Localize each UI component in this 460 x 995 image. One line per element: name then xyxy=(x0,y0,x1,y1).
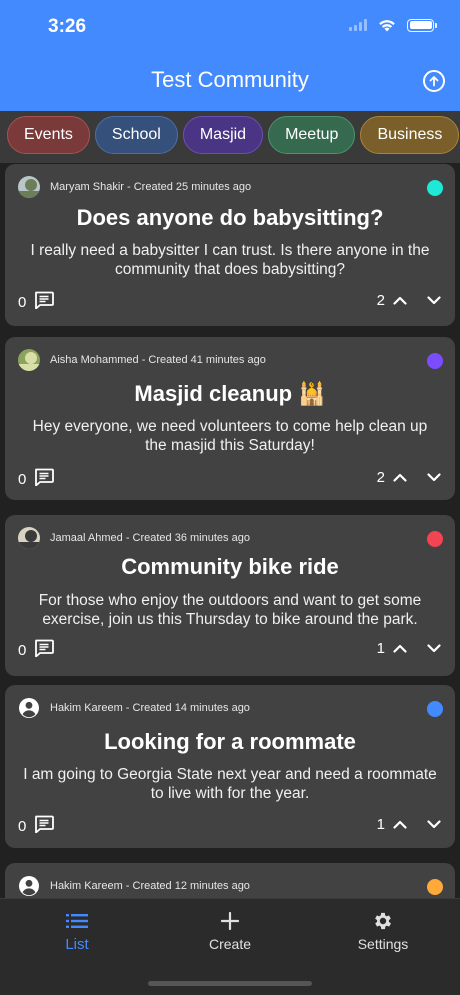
post-title: Does anyone do babysitting? xyxy=(76,205,384,230)
upvote-icon[interactable] xyxy=(393,469,407,486)
battery-icon xyxy=(407,18,437,32)
category-dot xyxy=(427,701,443,717)
category-chip-school[interactable]: School xyxy=(94,116,178,154)
comments-button[interactable]: 0 xyxy=(18,639,55,661)
comment-count: 0 xyxy=(18,470,27,488)
upload-button[interactable] xyxy=(423,70,445,92)
avatar xyxy=(18,875,40,897)
tab-label-settings: Settings xyxy=(357,936,409,952)
vote-controls: 1 xyxy=(377,816,441,833)
avatar xyxy=(18,176,40,198)
category-dot xyxy=(427,879,443,895)
post-author-line: Maryam Shakir - Created 25 minutes ago xyxy=(50,181,252,193)
post-body: Hey everyone, we need volunteers to come… xyxy=(32,418,428,454)
post-author-line: Hakim Kareem - Created 12 minutes ago xyxy=(50,880,250,892)
post-card[interactable]: Jamaal Ahmed - Created 36 minutes ago Com… xyxy=(5,515,455,676)
signal-icon xyxy=(349,19,367,31)
downvote-icon[interactable] xyxy=(427,469,441,486)
home-indicator xyxy=(148,981,312,986)
tab-label-list: List xyxy=(65,936,89,953)
gear-icon xyxy=(323,909,443,933)
upvote-icon[interactable] xyxy=(393,640,407,657)
tab-label-create: Create xyxy=(208,936,252,952)
post-author-line: Aisha Mohammed - Created 41 minutes ago xyxy=(50,354,266,366)
vote-controls: 1 xyxy=(377,640,441,657)
comments-button[interactable]: 0 xyxy=(18,815,55,837)
upvote-icon[interactable] xyxy=(393,292,407,309)
vote-count: 1 xyxy=(376,640,385,657)
comment-count: 0 xyxy=(18,817,27,835)
wifi-icon xyxy=(379,20,395,32)
post-meta: Aisha Mohammed - Created 41 minutes ago xyxy=(18,349,266,371)
downvote-icon[interactable] xyxy=(427,640,441,657)
status-icons xyxy=(349,18,437,32)
post-title: Community bike ride xyxy=(121,554,339,579)
category-chip-masjid[interactable]: Masjid xyxy=(182,116,264,154)
tab-list[interactable]: List xyxy=(17,909,137,953)
post-title: Masjid cleanup 🕌 xyxy=(134,381,326,406)
category-dot xyxy=(427,531,443,547)
comment-count: 0 xyxy=(18,641,27,659)
tab-create[interactable]: Create xyxy=(170,909,290,952)
post-title: Looking for a roommate xyxy=(104,729,356,754)
vote-controls: 2 xyxy=(377,469,441,486)
post-body: I really need a babysitter I can trust. … xyxy=(30,242,430,278)
comments-button[interactable]: 0 xyxy=(18,468,55,490)
post-meta: Jamaal Ahmed - Created 36 minutes ago xyxy=(18,527,250,549)
post-card[interactable]: Maryam Shakir - Created 25 minutes ago Do… xyxy=(5,164,455,326)
post-author-line: Jamaal Ahmed - Created 36 minutes ago xyxy=(50,532,250,544)
downvote-icon[interactable] xyxy=(427,816,441,833)
post-body: I am going to Georgia State next year an… xyxy=(23,766,437,802)
list-icon xyxy=(17,909,137,933)
comment-icon xyxy=(34,291,55,313)
avatar xyxy=(18,349,40,371)
post-card[interactable]: Aisha Mohammed - Created 41 minutes ago M… xyxy=(5,337,455,500)
vote-count: 2 xyxy=(376,469,385,486)
post-card[interactable]: Hakim Kareem - Created 12 minutes ago xyxy=(5,863,455,898)
comment-icon xyxy=(34,468,55,490)
vote-count: 2 xyxy=(376,292,385,309)
avatar xyxy=(18,697,40,719)
comment-count: 0 xyxy=(18,293,27,311)
post-meta: Hakim Kareem - Created 14 minutes ago xyxy=(18,697,250,719)
comment-icon xyxy=(34,639,55,661)
downvote-icon[interactable] xyxy=(427,292,441,309)
status-time: 3:26 xyxy=(48,16,87,37)
upvote-icon[interactable] xyxy=(393,816,407,833)
category-chip-bar[interactable]: Events School Masjid Meetup Business xyxy=(0,111,460,163)
page-title: Test Community xyxy=(151,67,309,92)
post-feed[interactable]: Maryam Shakir - Created 25 minutes ago Do… xyxy=(0,163,460,898)
post-meta: Maryam Shakir - Created 25 minutes ago xyxy=(18,176,251,198)
plus-icon xyxy=(170,909,290,933)
post-meta: Hakim Kareem - Created 12 minutes ago xyxy=(18,875,250,897)
post-author-line: Hakim Kareem - Created 14 minutes ago xyxy=(50,702,250,714)
tab-settings[interactable]: Settings xyxy=(323,909,443,952)
avatar xyxy=(18,527,40,549)
category-chip-meetup[interactable]: Meetup xyxy=(268,116,356,154)
post-body: For those who enjoy the outdoors and wan… xyxy=(38,592,422,628)
comments-button[interactable]: 0 xyxy=(18,291,55,313)
category-chip-events[interactable]: Events xyxy=(7,116,90,154)
comment-icon xyxy=(34,815,55,837)
arrow-up-icon xyxy=(429,76,439,87)
vote-count: 1 xyxy=(376,816,385,833)
category-dot xyxy=(427,180,443,196)
post-card[interactable]: Hakim Kareem - Created 14 minutes ago Loo… xyxy=(5,685,455,848)
category-dot xyxy=(427,353,443,369)
app-header: 3:26 Test Community xyxy=(0,0,460,111)
category-chip-business[interactable]: Business xyxy=(360,116,460,154)
vote-controls: 2 xyxy=(377,292,441,309)
